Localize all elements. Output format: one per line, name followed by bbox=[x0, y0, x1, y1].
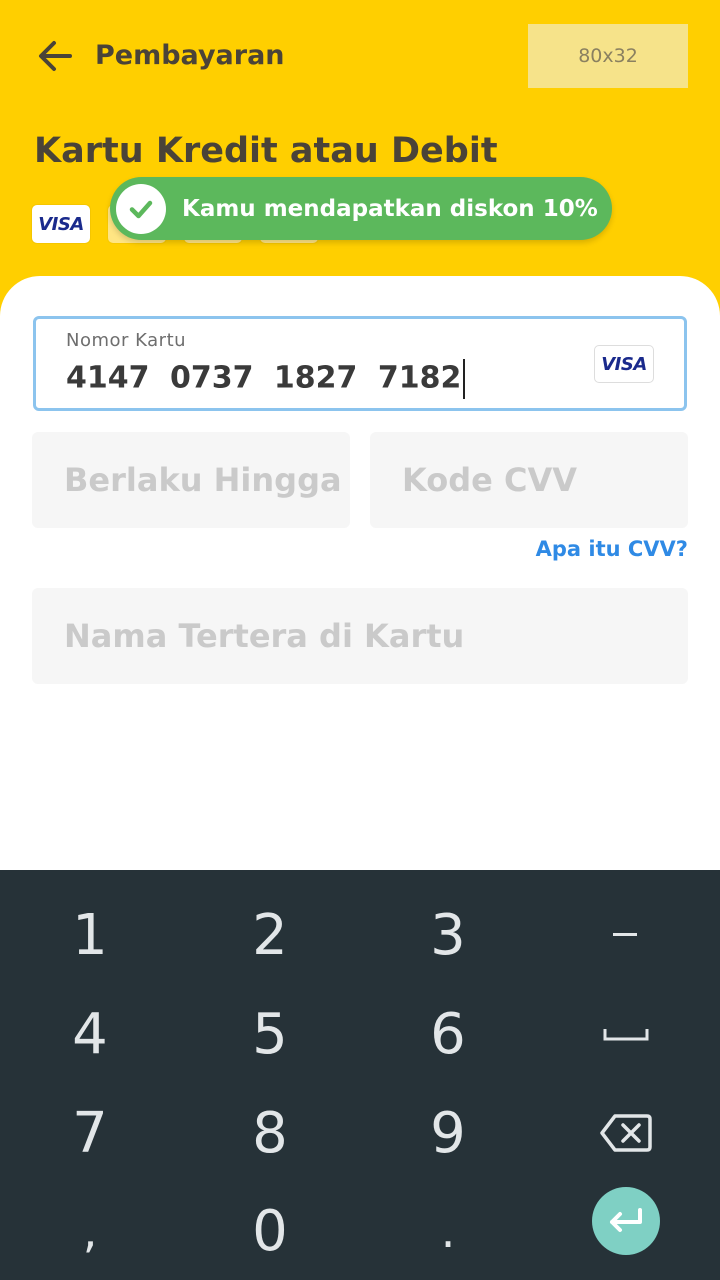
key-1[interactable]: 1 bbox=[10, 886, 170, 984]
key-4[interactable]: 4 bbox=[10, 985, 170, 1083]
check-circle-icon bbox=[116, 183, 166, 234]
cvv-placeholder: Kode CVV bbox=[402, 461, 577, 499]
key-backspace[interactable] bbox=[546, 1084, 706, 1182]
key-enter[interactable] bbox=[592, 1187, 660, 1255]
cvv-help-link[interactable]: Apa itu CVV? bbox=[536, 537, 688, 561]
dash-icon bbox=[613, 933, 637, 936]
payment-method-title: Kartu Kredit atau Debit bbox=[34, 131, 498, 171]
cvv-field[interactable]: Kode CVV bbox=[370, 432, 688, 528]
expiry-date-field[interactable]: Berlaku Hingga bbox=[32, 432, 350, 528]
discount-toast: Kamu mendapatkan diskon 10% bbox=[110, 177, 612, 240]
arrow-left-icon bbox=[39, 41, 72, 71]
key-space[interactable] bbox=[546, 985, 706, 1083]
card-number-label: Nomor Kartu bbox=[66, 330, 187, 351]
text-caret bbox=[463, 359, 466, 399]
header-placeholder-image: 80x32 bbox=[528, 24, 688, 88]
visa-logo: VISA bbox=[594, 345, 654, 383]
key-8[interactable]: 8 bbox=[190, 1084, 350, 1182]
expiry-placeholder: Berlaku Hingga bbox=[64, 461, 342, 499]
key-2[interactable]: 2 bbox=[190, 886, 350, 984]
key-6[interactable]: 6 bbox=[368, 985, 528, 1083]
toast-message: Kamu mendapatkan diskon 10% bbox=[182, 195, 598, 222]
back-button[interactable] bbox=[34, 36, 78, 76]
card-number-input[interactable]: 4147 0737 1827 7182 bbox=[66, 359, 466, 399]
key-comma[interactable]: , bbox=[10, 1182, 170, 1280]
card-number-field[interactable]: Nomor Kartu 4147 0737 1827 7182 VISA bbox=[33, 316, 687, 411]
space-bar-icon bbox=[603, 1029, 649, 1041]
key-dash[interactable] bbox=[546, 886, 706, 984]
key-0[interactable]: 0 bbox=[190, 1182, 350, 1280]
enter-return-icon bbox=[610, 1208, 642, 1232]
cardholder-name-placeholder: Nama Tertera di Kartu bbox=[64, 617, 465, 655]
key-5[interactable]: 5 bbox=[190, 985, 350, 1083]
backspace-icon bbox=[600, 1114, 652, 1152]
cardholder-name-field[interactable]: Nama Tertera di Kartu bbox=[32, 588, 688, 684]
key-7[interactable]: 7 bbox=[10, 1084, 170, 1182]
visa-logo: VISA bbox=[32, 205, 90, 243]
key-period[interactable]: . bbox=[368, 1182, 528, 1280]
key-9[interactable]: 9 bbox=[368, 1084, 528, 1182]
page-title: Pembayaran bbox=[95, 40, 285, 71]
key-3[interactable]: 3 bbox=[368, 886, 528, 984]
